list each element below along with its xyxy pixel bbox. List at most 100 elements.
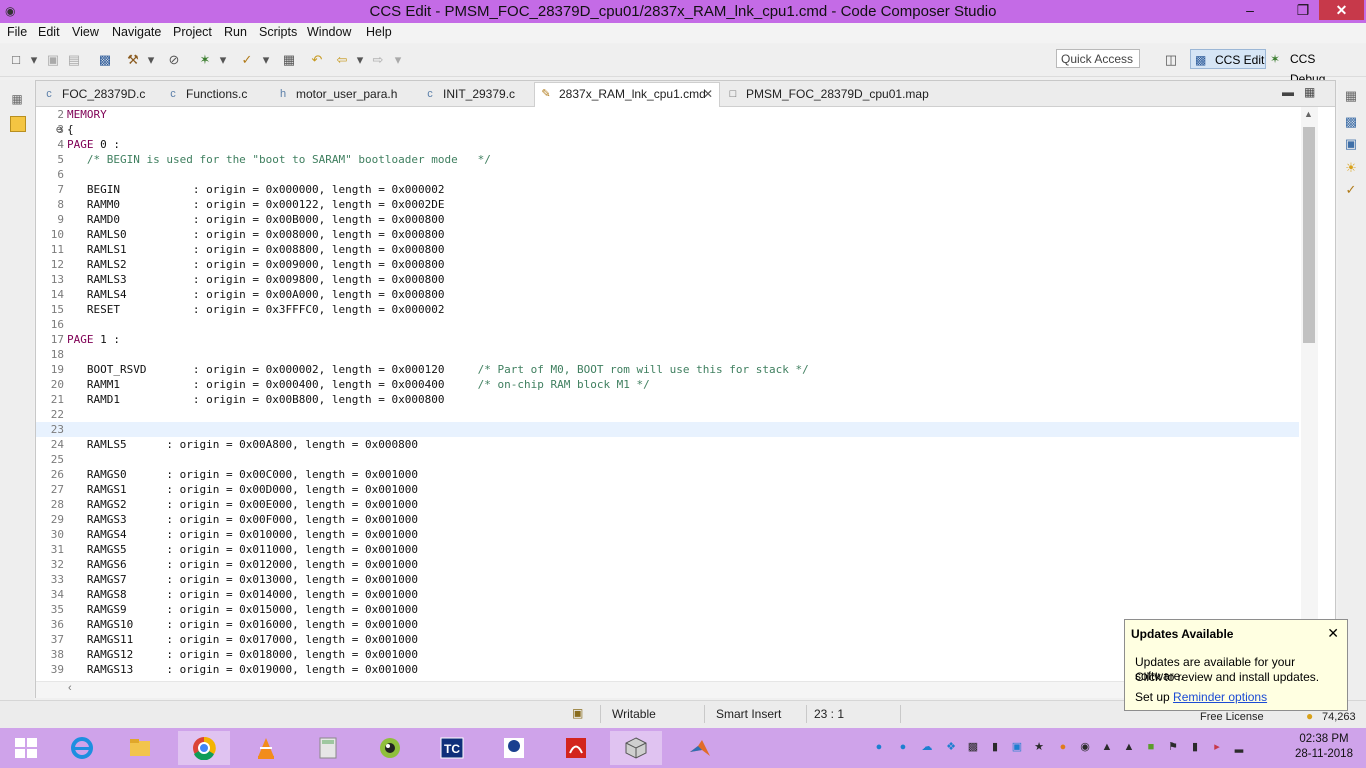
taskbar-webcam-app[interactable] (364, 731, 416, 765)
status-license[interactable]: Free License (1200, 711, 1264, 723)
tab-motor-user-para[interactable]: h motor_user_para.h (272, 83, 419, 106)
code-line[interactable]: 21 RAMD1 : origin = 0x00B800, length = 0… (36, 392, 1299, 407)
code-line[interactable]: 6 (36, 167, 1299, 182)
dropdown-arrow-icon[interactable]: ▾ (26, 52, 42, 68)
minimize-button[interactable]: – (1233, 0, 1267, 20)
flash-dropdown-icon[interactable]: ▾ (258, 52, 274, 68)
close-notification-icon[interactable]: ✕ (1327, 625, 1339, 642)
build-hammer-icon[interactable]: ⚒ (125, 52, 141, 68)
code-line[interactable]: 25 (36, 452, 1299, 467)
reminder-options-link[interactable]: Reminder options (1173, 690, 1267, 704)
new-icon[interactable]: □ (8, 52, 24, 68)
flash-icon[interactable]: ✓ (239, 52, 255, 68)
advice-bulb-icon[interactable]: ☀ (1343, 160, 1359, 176)
search-icon[interactable]: ⊘ (166, 52, 182, 68)
taskbar-turbo-c[interactable]: TC (426, 731, 478, 765)
code-line[interactable]: 23 (36, 422, 1299, 437)
restore-icon[interactable]: ▦ (8, 90, 26, 108)
code-line[interactable]: 11 RAMLS1 : origin = 0x008800, length = … (36, 242, 1299, 257)
taskbar-chrome[interactable] (178, 731, 230, 765)
code-line[interactable]: 16 (36, 317, 1299, 332)
close-tab-icon[interactable]: ✕ (703, 83, 713, 106)
code-line[interactable]: 39 RAMGS13 : origin = 0x019000, length =… (36, 662, 1299, 677)
nvidia-icon[interactable]: ■ (1144, 740, 1158, 754)
back-icon[interactable]: ⇦ (334, 52, 350, 68)
code-line[interactable]: 4 PAGE 0 : (36, 137, 1299, 152)
code-line[interactable]: 5 /* BEGIN is used for the "boot to SARA… (36, 152, 1299, 167)
minimize-maximize-icons[interactable]: ▬ ▦ (1282, 85, 1315, 99)
cube-tray-icon-1[interactable]: ▲ (1100, 740, 1114, 754)
save-icon[interactable]: ▣ (45, 52, 61, 68)
back-dropdown-icon[interactable]: ▾ (352, 52, 368, 68)
taskbar-file-explorer[interactable] (114, 731, 166, 765)
code-editor[interactable]: 2 MEMORY 3 ⊖{4 PAGE 0 :5 /* BEGIN is used fo… (36, 107, 1301, 677)
code-line[interactable]: 12 RAMLS2 : origin = 0x009000, length = … (36, 257, 1299, 272)
sync-icon[interactable]: ● (896, 740, 910, 754)
debug-dropdown-icon[interactable]: ▾ (215, 52, 231, 68)
system-clock[interactable]: 02:38 PM 28-11-2018 (1286, 732, 1362, 762)
code-line[interactable]: 8 RAMM0 : origin = 0x000122, length = 0x… (36, 197, 1299, 212)
scrollbar-thumb[interactable] (1303, 127, 1315, 343)
device-icon[interactable]: ▣ (1010, 740, 1024, 754)
signal-icon[interactable]: ▂ (1232, 740, 1246, 754)
code-line[interactable]: 22 (36, 407, 1299, 422)
antivirus-icon[interactable]: ★ (1032, 740, 1046, 754)
menu-scripts[interactable]: Scripts (259, 25, 297, 39)
menu-help[interactable]: Help (366, 25, 392, 39)
network-monitor-icon[interactable]: ● (872, 740, 886, 754)
dropbox-icon[interactable]: ❖ (944, 740, 958, 754)
code-line[interactable]: 38 RAMGS12 : origin = 0x018000, length =… (36, 647, 1299, 662)
code-line[interactable]: 35 RAMGS9 : origin = 0x015000, length = … (36, 602, 1299, 617)
menu-file[interactable]: File (7, 25, 27, 39)
perspective-ccs-debug[interactable]: ✶ CCS Debug (1270, 49, 1354, 86)
code-line[interactable]: 28 RAMGS2 : origin = 0x00E000, length = … (36, 497, 1299, 512)
maximize-button[interactable]: ❐ (1286, 0, 1320, 20)
menu-view[interactable]: View (72, 25, 99, 39)
build-dropdown-icon[interactable]: ▾ (143, 52, 159, 68)
code-line[interactable]: 24 RAMLS5 : origin = 0x00A800, length = … (36, 437, 1299, 452)
taskbar-iit-app[interactable] (488, 731, 540, 765)
open-perspective-icon[interactable]: ◫ (1163, 52, 1179, 68)
code-line[interactable]: 20 RAMM1 : origin = 0x000400, length = 0… (36, 377, 1299, 392)
code-line[interactable]: 36 RAMGS10 : origin = 0x016000, length =… (36, 617, 1299, 632)
taskbar-calculator[interactable] (302, 731, 354, 765)
tab-foc-28379d[interactable]: c FOC_28379D.c (38, 83, 160, 106)
tab-pmsm-foc-map[interactable]: □ PMSM_FOC_28379D_cpu01.map (722, 83, 932, 106)
debug-view-icon[interactable]: ▩ (97, 52, 113, 68)
start-button[interactable] (0, 731, 50, 765)
code-line[interactable]: 33 RAMGS7 : origin = 0x013000, length = … (36, 572, 1299, 587)
code-line[interactable]: 13 RAMLS3 : origin = 0x009800, length = … (36, 272, 1299, 287)
wrench-icon[interactable]: ✓ (1343, 182, 1359, 198)
code-line[interactable]: 15 RESET : origin = 0x3FFFC0, length = 0… (36, 302, 1299, 317)
code-line[interactable]: 2 MEMORY (36, 107, 1299, 122)
code-line[interactable]: 19 BOOT_RSVD : origin = 0x000002, length… (36, 362, 1299, 377)
code-line[interactable]: 37 RAMGS11 : origin = 0x017000, length =… (36, 632, 1299, 647)
code-line[interactable]: 17 PAGE 1 : (36, 332, 1299, 347)
console-icon[interactable]: ▦ (281, 52, 297, 68)
code-line[interactable]: 10 RAMLS0 : origin = 0x008000, length = … (36, 227, 1299, 242)
restore-icon[interactable]: ▦ (1343, 88, 1359, 104)
power-icon[interactable]: ▮ (1188, 740, 1202, 754)
quick-access-input[interactable]: Quick Access (1056, 49, 1140, 68)
flag-icon[interactable]: ⚑ (1166, 740, 1180, 754)
tab-init-29379[interactable]: c INIT_29379.c (419, 83, 534, 106)
save-all-icon[interactable]: ▤ (66, 52, 82, 68)
taskbar-internet-explorer[interactable] (56, 731, 108, 765)
code-line[interactable]: 9 RAMD0 : origin = 0x00B000, length = 0x… (36, 212, 1299, 227)
update-icon[interactable]: ● (1056, 740, 1070, 754)
forward-dropdown-icon[interactable]: ▾ (390, 52, 406, 68)
code-line[interactable]: 14 RAMLS4 : origin = 0x00A000, length = … (36, 287, 1299, 302)
taskbar-code-composer-studio[interactable] (610, 731, 662, 765)
tab-functions[interactable]: c Functions.c (162, 83, 270, 106)
fold-toggle-icon[interactable]: ⊖ (56, 122, 64, 137)
vertical-scrollbar[interactable]: ▲ (1301, 107, 1318, 681)
code-line[interactable]: 30 RAMGS4 : origin = 0x010000, length = … (36, 527, 1299, 542)
project-explorer-icon[interactable] (10, 116, 26, 132)
outline-icon[interactable]: ▩ (1343, 114, 1359, 130)
cube-tray-icon-2[interactable]: ▲ (1122, 740, 1136, 754)
menu-navigate[interactable]: Navigate (112, 25, 161, 39)
menu-run[interactable]: Run (224, 25, 247, 39)
menu-project[interactable]: Project (173, 25, 212, 39)
code-line[interactable]: 29 RAMGS3 : origin = 0x00F000, length = … (36, 512, 1299, 527)
last-edit-icon[interactable]: ↶ (309, 52, 325, 68)
